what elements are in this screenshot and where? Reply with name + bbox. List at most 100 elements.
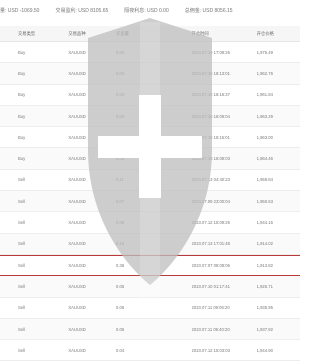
cell-trade-type: Sell bbox=[18, 283, 25, 289]
cell-open-price: 1,925.71 bbox=[256, 283, 273, 289]
header-symbol[interactable]: 交易品种 bbox=[68, 31, 116, 37]
cell-volume: 0.11 bbox=[116, 177, 124, 183]
header-open-time[interactable]: 开仓时间 bbox=[192, 31, 257, 37]
cell-trade-type: Sell bbox=[18, 177, 25, 183]
cell-open-price: 1,913.82 bbox=[256, 263, 273, 269]
cell-volume: 0.05 bbox=[116, 326, 125, 332]
table-header: 交易类型 交易品种 买卖量 开仓时间 开仓价格 bbox=[0, 26, 300, 42]
summary-balance: 量: USD -1069.50 bbox=[0, 7, 40, 14]
table-row[interactable]: Sell XAUUSD 0.08 2023.07.12 15:09:26 1,944.1… bbox=[0, 212, 300, 234]
cell-trade-type: Sell bbox=[18, 326, 25, 332]
cell-open-time: 2023.07.12 15:09:26 bbox=[191, 220, 230, 226]
cell-volume: 0.05 bbox=[116, 156, 125, 162]
header-open-price[interactable]: 开仓价格 bbox=[257, 31, 300, 37]
table-row[interactable]: Buy XAUUSD 0.03 2023.07.18 16:09:04 1,963.29 bbox=[0, 105, 300, 128]
cell-symbol: XAUUSD bbox=[68, 49, 86, 55]
cell-symbol: XAUUSD bbox=[68, 241, 86, 247]
cell-volume: 0.03 bbox=[116, 92, 125, 98]
table-row[interactable]: Sell XAUUSD 0.05 2023.07.11 09:40:20 1,937.9… bbox=[0, 318, 300, 341]
table-row[interactable]: Buy XAUUSD 0.03 2023.07.18 16:16:37 1,961.84 bbox=[0, 85, 300, 106]
cell-symbol: XAUUSD bbox=[68, 134, 86, 140]
cell-symbol: XAUUSD bbox=[68, 113, 86, 119]
cell-open-price: 1,935.95 bbox=[256, 305, 273, 311]
cell-symbol: XAUUSD bbox=[68, 70, 86, 76]
cell-open-time: 2023.07.13 04:40:23 bbox=[191, 177, 230, 183]
cell-open-time: 2023.07.18 16:13:01 bbox=[191, 70, 230, 76]
header-trade-type[interactable]: 交易类型 bbox=[0, 31, 68, 37]
cell-trade-type: Buy bbox=[18, 49, 26, 55]
cell-trade-type: Sell bbox=[18, 263, 25, 269]
cell-volume: 0.03 bbox=[116, 113, 125, 119]
cell-open-price: 1,944.15 bbox=[256, 220, 273, 226]
cell-trade-type: Buy bbox=[18, 70, 26, 76]
cell-open-price: 1,959.84 bbox=[256, 177, 273, 183]
cell-open-price: 1,963.00 bbox=[256, 134, 273, 140]
cell-volume: 0.08 bbox=[116, 220, 125, 226]
cell-volume: 0.03 bbox=[116, 70, 125, 76]
cell-open-price: 1,963.29 bbox=[256, 113, 273, 119]
table-row[interactable]: Sell XAUUSD 0.16 2023.07.13 17:01:48 1,914.0… bbox=[0, 233, 300, 255]
orders-table: 交易类型 交易品种 买卖量 开仓时间 开仓价格 Buy XAUUSD 0.04 202… bbox=[0, 26, 300, 361]
cell-open-price: 1,937.92 bbox=[256, 326, 273, 332]
cell-open-time: 2023.07.12 15:03:03 bbox=[191, 347, 230, 353]
summary-commission: 总佣金: USD 8056.15 bbox=[184, 7, 233, 14]
table-row[interactable]: Sell XAUUSD 0.05 2023.07.10 01:17:41 1,925.7… bbox=[0, 276, 300, 298]
cell-trade-type: Buy bbox=[18, 156, 26, 162]
cell-open-price: 1,964.46 bbox=[256, 156, 273, 162]
cell-symbol: XAUUSD bbox=[68, 92, 86, 98]
cell-open-time: 2023.07.18 16:15:01 bbox=[191, 134, 230, 140]
cell-trade-type: Sell bbox=[18, 220, 25, 226]
table-row[interactable]: Sell XAUUSD 0.04 2023.07.12 15:03:03 1,944.9… bbox=[0, 340, 300, 361]
cell-open-price: 1,914.02 bbox=[256, 241, 273, 247]
cell-volume: 0.06 bbox=[116, 305, 125, 311]
cell-open-time: 2023.07.07 08:08:06 bbox=[191, 263, 230, 269]
cell-open-time: 2023.07.10 01:17:41 bbox=[191, 283, 230, 289]
cell-symbol: XAUUSD bbox=[68, 347, 86, 353]
cell-symbol: XAUUSD bbox=[68, 305, 86, 311]
cell-open-time: 2023.07.18 16:09:04 bbox=[191, 113, 230, 119]
cell-volume: 0.36 bbox=[116, 263, 125, 269]
table-row[interactable]: Buy XAUUSD 0.03 2023.07.18 16:15:01 1,963.00 bbox=[0, 127, 300, 149]
cell-open-time: 2023.07.09 23:00:04 bbox=[191, 198, 230, 204]
cell-open-time: 2023.07.11 09:40:20 bbox=[191, 326, 230, 332]
cell-trade-type: Sell bbox=[18, 198, 25, 204]
cell-trade-type: Sell bbox=[18, 305, 25, 311]
cell-symbol: XAUUSD bbox=[68, 263, 86, 269]
cell-trade-type: Buy bbox=[18, 92, 26, 98]
cell-symbol: XAUUSD bbox=[68, 177, 86, 183]
account-summary-bar: 量: USD -1069.50 交易盈利: USD 8105.65 隔夜利息: … bbox=[0, 0, 300, 20]
cell-volume: 0.04 bbox=[116, 49, 125, 55]
table-row[interactable]: Buy XAUUSD 0.03 2023.07.18 16:13:01 1,962.76 bbox=[0, 63, 300, 85]
cell-trade-type: Sell bbox=[18, 241, 25, 247]
cell-symbol: XAUUSD bbox=[68, 283, 86, 289]
cell-open-time: 2023.07.19 17:08:26 bbox=[191, 49, 230, 55]
cell-open-price: 1,962.76 bbox=[256, 70, 273, 76]
cell-open-price: 1,950.63 bbox=[256, 198, 273, 204]
cell-open-time: 2023.07.18 16:08:03 bbox=[191, 156, 230, 162]
table-row[interactable]: Sell XAUUSD 0.07 2023.07.09 23:00:04 1,950.6… bbox=[0, 191, 300, 213]
table-row[interactable]: Sell XAUUSD 0.11 2023.07.13 04:40:23 1,959.8… bbox=[0, 170, 300, 192]
cell-open-price: 1,975.49 bbox=[256, 49, 273, 55]
cell-open-price: 1,961.84 bbox=[256, 92, 273, 98]
summary-swap: 隔夜利息: USD 0.00 bbox=[124, 7, 169, 14]
cell-trade-type: Buy bbox=[18, 113, 26, 119]
cell-trade-type: Buy bbox=[18, 134, 26, 140]
cell-volume: 0.03 bbox=[116, 134, 125, 140]
cell-open-time: 2023.07.18 16:16:37 bbox=[191, 92, 230, 98]
summary-trade-profit: 交易盈利: USD 8105.65 bbox=[55, 7, 109, 14]
table-row[interactable]: Sell XAUUSD 0.36 2023.07.07 08:08:06 1,913.8… bbox=[0, 254, 300, 277]
cell-symbol: XAUUSD bbox=[68, 220, 86, 226]
cell-trade-type: Sell bbox=[18, 347, 25, 353]
cell-symbol: XAUUSD bbox=[68, 198, 86, 204]
cell-volume: 0.04 bbox=[116, 347, 125, 353]
table-row[interactable]: Sell XAUUSD 0.06 2023.07.11 09:06:20 1,935.9… bbox=[0, 298, 300, 319]
cell-volume: 0.05 bbox=[116, 283, 125, 289]
table-row[interactable]: Buy XAUUSD 0.05 2023.07.18 16:08:03 1,964.46 bbox=[0, 148, 300, 170]
table-row[interactable]: Buy XAUUSD 0.04 2023.07.19 17:08:26 1,975.49 bbox=[0, 42, 300, 64]
cell-symbol: XAUUSD bbox=[68, 326, 86, 332]
cell-open-price: 1,944.90 bbox=[256, 347, 273, 353]
header-volume[interactable]: 买卖量 bbox=[116, 31, 166, 37]
cell-volume: 0.16 bbox=[116, 241, 125, 247]
cell-volume: 0.07 bbox=[116, 198, 125, 204]
cell-open-time: 2023.07.11 09:06:20 bbox=[191, 305, 230, 311]
